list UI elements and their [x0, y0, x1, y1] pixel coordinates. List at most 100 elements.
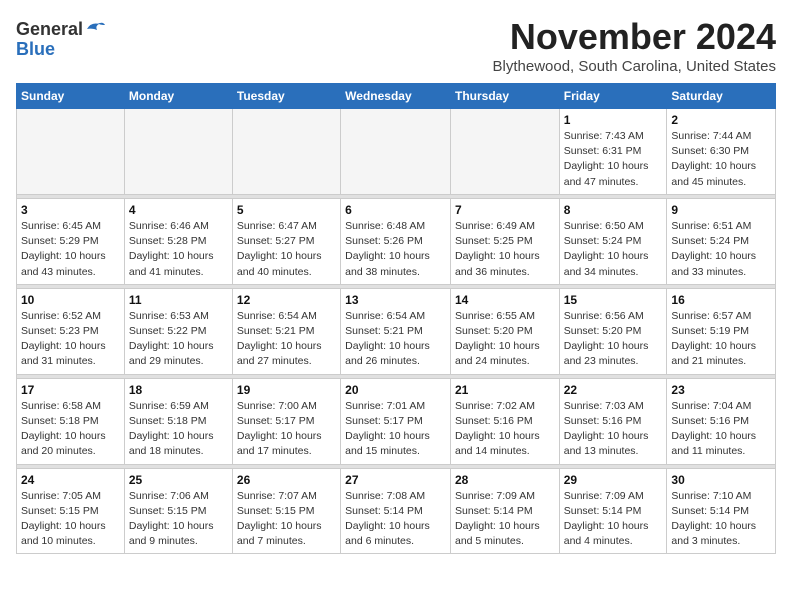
day-info: Sunrise: 7:05 AMSunset: 5:15 PMDaylight:…	[21, 489, 120, 550]
day-info: Sunrise: 7:02 AMSunset: 5:16 PMDaylight:…	[455, 399, 555, 460]
calendar-cell	[450, 109, 559, 195]
calendar-cell: 19 Sunrise: 7:00 AMSunset: 5:17 PMDayligh…	[232, 378, 340, 464]
calendar-week-4: 17 Sunrise: 6:58 AMSunset: 5:18 PMDayligh…	[17, 378, 776, 464]
day-info: Sunrise: 6:45 AMSunset: 5:29 PMDaylight:…	[21, 219, 120, 280]
day-info: Sunrise: 7:44 AMSunset: 6:30 PMDaylight:…	[671, 129, 771, 190]
calendar-cell: 22 Sunrise: 7:03 AMSunset: 5:16 PMDayligh…	[559, 378, 667, 464]
calendar-cell: 17 Sunrise: 6:58 AMSunset: 5:18 PMDayligh…	[17, 378, 125, 464]
day-number: 30	[671, 473, 771, 487]
calendar-cell: 13Sunrise: 6:54 AMSunset: 5:21 PMDayligh…	[341, 288, 451, 374]
calendar-cell	[17, 109, 125, 195]
day-number: 26	[237, 473, 336, 487]
calendar-cell: 26 Sunrise: 7:07 AMSunset: 5:15 PMDayligh…	[232, 468, 340, 554]
calendar-week-3: 10Sunrise: 6:52 AMSunset: 5:23 PMDayligh…	[17, 288, 776, 374]
day-info: Sunrise: 6:53 AMSunset: 5:22 PMDaylight:…	[129, 309, 228, 370]
weekday-header-monday: Monday	[124, 84, 232, 109]
day-number: 13	[345, 293, 446, 307]
calendar-cell	[124, 109, 232, 195]
calendar-cell: 20 Sunrise: 7:01 AMSunset: 5:17 PMDayligh…	[341, 378, 451, 464]
weekday-header-saturday: Saturday	[667, 84, 776, 109]
day-number: 27	[345, 473, 446, 487]
day-number: 18	[129, 383, 228, 397]
day-number: 11	[129, 293, 228, 307]
day-number: 4	[129, 203, 228, 217]
day-info: Sunrise: 7:10 AMSunset: 5:14 PMDaylight:…	[671, 489, 771, 550]
day-info: Sunrise: 7:07 AMSunset: 5:15 PMDaylight:…	[237, 489, 336, 550]
day-info: Sunrise: 7:09 AMSunset: 5:14 PMDaylight:…	[455, 489, 555, 550]
day-number: 7	[455, 203, 555, 217]
day-number: 17	[21, 383, 120, 397]
logo: General Blue	[16, 20, 107, 60]
day-info: Sunrise: 6:56 AMSunset: 5:20 PMDaylight:…	[564, 309, 663, 370]
calendar-cell: 21 Sunrise: 7:02 AMSunset: 5:16 PMDayligh…	[450, 378, 559, 464]
calendar-cell: 2 Sunrise: 7:44 AMSunset: 6:30 PMDaylight…	[667, 109, 776, 195]
day-number: 2	[671, 113, 771, 127]
calendar-cell: 18 Sunrise: 6:59 AMSunset: 5:18 PMDayligh…	[124, 378, 232, 464]
calendar-header-row: SundayMondayTuesdayWednesdayThursdayFrid…	[17, 84, 776, 109]
day-info: Sunrise: 6:48 AMSunset: 5:26 PMDaylight:…	[345, 219, 446, 280]
day-info: Sunrise: 6:57 AMSunset: 5:19 PMDaylight:…	[671, 309, 771, 370]
day-info: Sunrise: 7:06 AMSunset: 5:15 PMDaylight:…	[129, 489, 228, 550]
logo-blue-text: Blue	[16, 40, 55, 60]
day-info: Sunrise: 7:09 AMSunset: 5:14 PMDaylight:…	[564, 489, 663, 550]
day-number: 25	[129, 473, 228, 487]
month-title: November 2024	[493, 16, 777, 58]
day-number: 6	[345, 203, 446, 217]
day-number: 24	[21, 473, 120, 487]
day-number: 15	[564, 293, 663, 307]
calendar-cell: 6 Sunrise: 6:48 AMSunset: 5:26 PMDaylight…	[341, 198, 451, 284]
day-info: Sunrise: 6:58 AMSunset: 5:18 PMDaylight:…	[21, 399, 120, 460]
day-info: Sunrise: 7:08 AMSunset: 5:14 PMDaylight:…	[345, 489, 446, 550]
weekday-header-tuesday: Tuesday	[232, 84, 340, 109]
calendar-cell: 30 Sunrise: 7:10 AMSunset: 5:14 PMDayligh…	[667, 468, 776, 554]
calendar-cell: 15 Sunrise: 6:56 AMSunset: 5:20 PMDayligh…	[559, 288, 667, 374]
day-number: 8	[564, 203, 663, 217]
calendar-cell: 16 Sunrise: 6:57 AMSunset: 5:19 PMDayligh…	[667, 288, 776, 374]
calendar-cell: 9 Sunrise: 6:51 AMSunset: 5:24 PMDaylight…	[667, 198, 776, 284]
calendar-table: SundayMondayTuesdayWednesdayThursdayFrid…	[16, 83, 776, 554]
day-info: Sunrise: 7:04 AMSunset: 5:16 PMDaylight:…	[671, 399, 771, 460]
day-number: 9	[671, 203, 771, 217]
day-info: Sunrise: 7:01 AMSunset: 5:17 PMDaylight:…	[345, 399, 446, 460]
day-number: 12	[237, 293, 336, 307]
location-text: Blythewood, South Carolina, United State…	[493, 58, 777, 75]
day-number: 28	[455, 473, 555, 487]
calendar-cell: 25 Sunrise: 7:06 AMSunset: 5:15 PMDayligh…	[124, 468, 232, 554]
calendar-week-2: 3Sunrise: 6:45 AMSunset: 5:29 PMDaylight…	[17, 198, 776, 284]
logo-bird-icon	[85, 20, 107, 38]
day-info: Sunrise: 7:03 AMSunset: 5:16 PMDaylight:…	[564, 399, 663, 460]
day-number: 23	[671, 383, 771, 397]
weekday-header-thursday: Thursday	[450, 84, 559, 109]
day-number: 21	[455, 383, 555, 397]
calendar-cell	[232, 109, 340, 195]
calendar-cell: 8 Sunrise: 6:50 AMSunset: 5:24 PMDaylight…	[559, 198, 667, 284]
day-info: Sunrise: 7:43 AMSunset: 6:31 PMDaylight:…	[564, 129, 663, 190]
day-info: Sunrise: 7:00 AMSunset: 5:17 PMDaylight:…	[237, 399, 336, 460]
day-number: 20	[345, 383, 446, 397]
day-info: Sunrise: 6:50 AMSunset: 5:24 PMDaylight:…	[564, 219, 663, 280]
day-info: Sunrise: 6:49 AMSunset: 5:25 PMDaylight:…	[455, 219, 555, 280]
calendar-cell: 27 Sunrise: 7:08 AMSunset: 5:14 PMDayligh…	[341, 468, 451, 554]
calendar-cell: 5Sunrise: 6:47 AMSunset: 5:27 PMDaylight…	[232, 198, 340, 284]
calendar-cell: 28 Sunrise: 7:09 AMSunset: 5:14 PMDayligh…	[450, 468, 559, 554]
calendar-week-1: 1Sunrise: 7:43 AMSunset: 6:31 PMDaylight…	[17, 109, 776, 195]
title-area: November 2024 Blythewood, South Carolina…	[493, 16, 777, 75]
calendar-cell: 12Sunrise: 6:54 AMSunset: 5:21 PMDayligh…	[232, 288, 340, 374]
day-number: 16	[671, 293, 771, 307]
calendar-cell: 1Sunrise: 7:43 AMSunset: 6:31 PMDaylight…	[559, 109, 667, 195]
page-header: General Blue November 2024 Blythewood, S…	[16, 16, 776, 75]
day-info: Sunrise: 6:52 AMSunset: 5:23 PMDaylight:…	[21, 309, 120, 370]
day-number: 5	[237, 203, 336, 217]
day-number: 19	[237, 383, 336, 397]
calendar-week-5: 24 Sunrise: 7:05 AMSunset: 5:15 PMDayligh…	[17, 468, 776, 554]
day-number: 22	[564, 383, 663, 397]
day-info: Sunrise: 6:59 AMSunset: 5:18 PMDaylight:…	[129, 399, 228, 460]
calendar-cell: 29Sunrise: 7:09 AMSunset: 5:14 PMDayligh…	[559, 468, 667, 554]
day-info: Sunrise: 6:46 AMSunset: 5:28 PMDaylight:…	[129, 219, 228, 280]
day-info: Sunrise: 6:51 AMSunset: 5:24 PMDaylight:…	[671, 219, 771, 280]
calendar-cell: 4 Sunrise: 6:46 AMSunset: 5:28 PMDaylight…	[124, 198, 232, 284]
day-number: 14	[455, 293, 555, 307]
calendar-cell: 3Sunrise: 6:45 AMSunset: 5:29 PMDaylight…	[17, 198, 125, 284]
weekday-header-wednesday: Wednesday	[341, 84, 451, 109]
calendar-cell: 11 Sunrise: 6:53 AMSunset: 5:22 PMDayligh…	[124, 288, 232, 374]
